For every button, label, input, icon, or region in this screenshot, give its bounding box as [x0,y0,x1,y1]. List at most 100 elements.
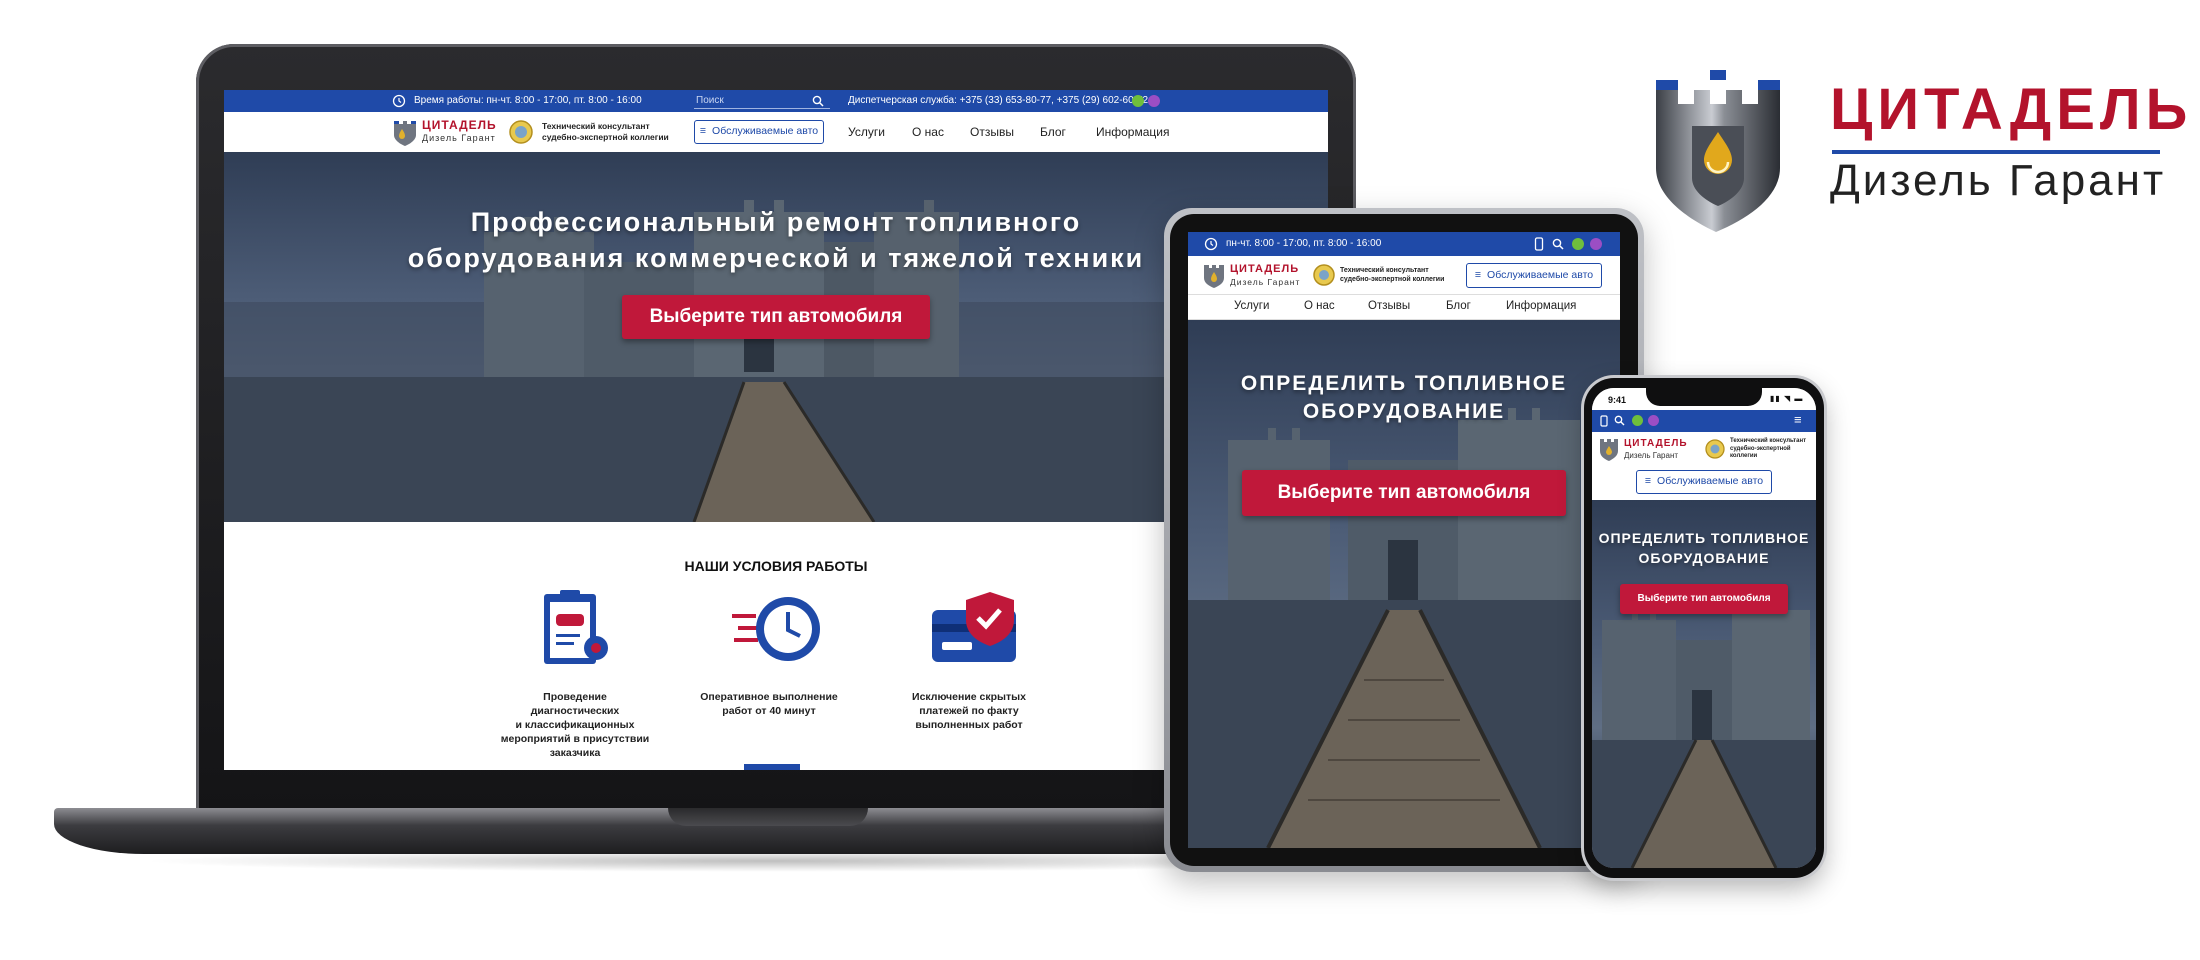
tablet-nav-info[interactable]: Информация [1506,300,1576,312]
phone-hero-line-2: ОБОРУДОВАНИЕ [1638,550,1770,566]
phone-consultant-caption: Технический консультант судебно-экспертн… [1730,438,1806,461]
menu-lines-icon: ≡ [1474,269,1482,281]
mockup-stage: Время работы: пн-чт. 8:00 - 17:00, пт. 8… [0,0,2200,960]
expert-emblem-icon [509,120,533,144]
citadel-logo-icon[interactable] [1202,261,1226,289]
tablet-nav-blog[interactable]: Блог [1446,300,1471,312]
phone-icon[interactable] [1534,237,1544,251]
phone-consultant-line-3: коллегии [1730,453,1758,459]
tablet-hero-line-2: ОБОРУДОВАНИЕ [1302,400,1506,423]
conditions-heading: НАШИ УСЛОВИЯ РАБОТЫ [684,558,868,574]
desktop-topbar: Время работы: пн-чт. 8:00 - 17:00, пт. 8… [224,90,1328,112]
phone-notch [1646,386,1762,406]
clock-icon [1204,237,1218,251]
whatsapp-icon[interactable] [1572,238,1584,250]
clock-icon [392,94,406,108]
citadel-brand-emblem-icon [1656,70,1780,232]
condition-1-line-3: мероприятий в присутствии [500,733,650,745]
condition-text-1: Проведение диагностических и классификац… [500,690,650,760]
tablet-serviced-cars-button[interactable]: ≡ Обслуживаемые авто [1466,263,1602,288]
desktop-logo-title[interactable]: ЦИТАДЕЛЬ [422,118,497,132]
tablet-logo-title[interactable]: ЦИТАДЕЛЬ [1230,263,1299,275]
condition-1-line-2: и классификационных [515,719,635,731]
tablet-topbar: пн-чт. 8:00 - 17:00, пт. 8:00 - 16:00 [1188,232,1620,256]
clipboard-car-icon [544,590,608,664]
condition-1-line-4: заказчика [549,747,601,759]
condition-3-line-3: выполненных работ [915,719,1023,731]
phone-header: ЦИТАДЕЛЬ Дизель Гарант Технический консу… [1592,432,1816,466]
dispatch-phones: Диспетчерская служба: +375 (33) 653-80-7… [848,95,1149,106]
serviced-cars-label: Обслуживаемые авто [712,125,819,137]
nav-item-services[interactable]: Услуги [848,125,885,139]
tablet-nav: Услуги О нас Отзывы Блог Информация [1188,294,1620,320]
consultant-caption: Технический консультант судебно-экспертн… [542,121,669,143]
whatsapp-icon[interactable] [1632,415,1643,426]
search-placeholder: Поиск [696,95,724,106]
menu-lines-icon: ≡ [699,125,707,137]
tablet-site: пн-чт. 8:00 - 17:00, пт. 8:00 - 16:00 ЦИ… [1188,232,1620,848]
search-icon[interactable] [812,95,824,107]
condition-3-line-1: Исключение скрытых [912,691,1026,703]
citadel-logo-icon[interactable] [1598,436,1620,462]
phone-choose-vehicle-button[interactable]: Выберите тип автомобиля [1620,584,1788,614]
phone-topbar: ≡ [1592,410,1816,432]
desktop-site: Время работы: пн-чт. 8:00 - 17:00, пт. 8… [224,90,1328,770]
phone-logo-subtitle: Дизель Гарант [1624,451,1679,460]
desktop-header: ЦИТАДЕЛЬ Дизель Гарант Технический консу… [224,112,1328,152]
conditions-section: НАШИ УСЛОВИЯ РАБОТЫ Проведение диагности… [224,522,1328,770]
citadel-logo-icon[interactable] [392,117,418,147]
phone-logo-title[interactable]: ЦИТАДЕЛЬ [1624,438,1688,449]
serviced-cars-button[interactable]: ≡ Обслуживаемые авто [694,120,824,144]
hamburger-menu-icon[interactable]: ≡ [1794,412,1802,427]
consultant-line-2: судебно-экспертной коллегии [542,132,669,142]
desktop-hero-title: Профессиональный ремонт топливного обору… [224,204,1328,276]
tablet-header: ЦИТАДЕЛЬ Дизель Гарант Технический консу… [1188,256,1620,294]
tablet-nav-about[interactable]: О нас [1304,300,1335,312]
tablet-nav-services[interactable]: Услуги [1234,300,1269,312]
nav-item-blog[interactable]: Блог [1040,125,1066,139]
phone-icon[interactable] [1600,415,1608,427]
condition-text-3: Исключение скрытых платежей по факту вып… [894,690,1044,732]
expert-emblem-icon [1705,439,1725,459]
phone-consultant-line-1: Технический консультант [1730,438,1807,444]
phone-serviced-cars-label: Обслуживаемые авто [1657,475,1764,487]
viber-icon[interactable] [1590,238,1602,250]
condition-text-2: Оперативное выполнение работ от 40 минут [694,690,844,718]
laptop-hinge-notch [668,808,868,826]
tablet-work-hours: пн-чт. 8:00 - 17:00, пт. 8:00 - 16:00 [1226,238,1382,249]
card-shield-icon [932,592,1016,662]
menu-lines-icon: ≡ [1644,475,1652,487]
tablet-serviced-cars-label: Обслуживаемые авто [1487,269,1594,281]
tablet-hero-line-1: ОПРЕДЕЛИТЬ ТОПЛИВНОЕ [1240,372,1568,395]
search-input[interactable]: Поиск [694,93,830,109]
viber-icon[interactable] [1148,95,1160,107]
scroll-indicator[interactable] [744,764,800,770]
desktop-logo-subtitle: Дизель Гарант [422,133,496,143]
viber-icon[interactable] [1648,415,1659,426]
tablet-nav-reviews[interactable]: Отзывы [1368,300,1410,312]
nav-item-reviews[interactable]: Отзывы [970,125,1014,139]
tablet-choose-vehicle-button[interactable]: Выберите тип автомобиля [1242,470,1566,516]
desktop-hero: Профессиональный ремонт топливного обору… [224,152,1328,522]
tablet-hero: ОПРЕДЕЛИТЬ ТОПЛИВНОЕ ОБОРУДОВАНИЕ Выбери… [1188,320,1620,848]
phone-serviced-cars-button[interactable]: ≡ Обслуживаемые авто [1636,470,1772,494]
whatsapp-icon[interactable] [1132,95,1144,107]
search-icon[interactable] [1552,238,1564,250]
desktop-choose-vehicle-button[interactable]: Выберите тип автомобиля [622,295,930,339]
brand-title: ЦИТАДЕЛЬ [1830,77,2193,142]
signal-battery-icon: ▮▮ ◥ ▬ [1770,394,1804,403]
nav-item-about[interactable]: О нас [912,125,944,139]
condition-2-line-1: Оперативное выполнение [700,691,838,703]
tablet-logo-subtitle: Дизель Гарант [1230,277,1301,287]
phone-hero: ОПРЕДЕЛИТЬ ТОПЛИВНОЕ ОБОРУДОВАНИЕ Выбери… [1592,500,1816,868]
tablet-consultant-line-2: судебно-экспертной коллегии [1340,276,1445,283]
brand-subtitle: Дизель Гарант [1830,156,2167,205]
phone-consultant-line-2: судебно-экспертной [1730,445,1791,452]
brand-divider [1832,150,2160,154]
work-hours: Время работы: пн-чт. 8:00 - 17:00, пт. 8… [414,95,642,106]
hero-title-line-2: оборудования коммерческой и тяжелой техн… [407,243,1145,273]
condition-3-line-2: платежей по факту [919,705,1019,717]
search-icon[interactable] [1614,415,1625,426]
nav-item-info[interactable]: Информация [1096,125,1169,139]
fast-clock-icon [732,597,820,661]
